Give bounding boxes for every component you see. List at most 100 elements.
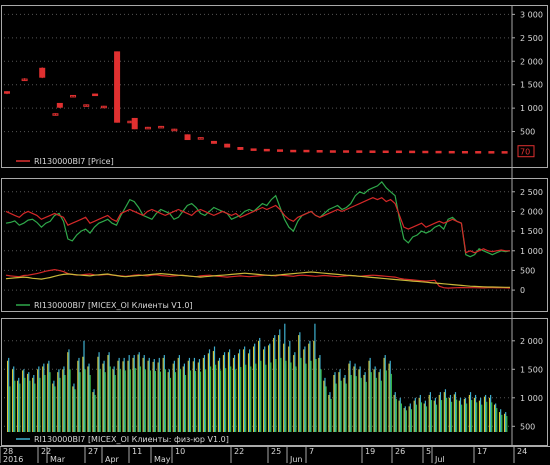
- bar: [454, 392, 457, 432]
- bar: [183, 363, 185, 432]
- bar: [490, 394, 492, 432]
- bar: [258, 340, 260, 432]
- bar: [58, 369, 60, 432]
- bar: [378, 372, 380, 432]
- bar: [260, 360, 262, 432]
- bar: [123, 357, 125, 432]
- x-tick-label: 24: [517, 447, 527, 456]
- bar: [255, 363, 257, 432]
- bar: [168, 369, 170, 432]
- bar: [235, 369, 237, 432]
- bar: [423, 403, 425, 432]
- bar: [259, 337, 261, 432]
- bar: [468, 394, 471, 432]
- bar: [339, 369, 341, 432]
- bar: [29, 380, 31, 432]
- bar: [204, 369, 207, 432]
- bar: [338, 372, 340, 432]
- bar: [192, 361, 194, 432]
- bar: [167, 372, 169, 432]
- bar: [355, 376, 357, 432]
- bar: [147, 360, 149, 432]
- bar: [225, 368, 227, 432]
- bar: [215, 364, 217, 432]
- bar: [495, 403, 497, 432]
- bar: [118, 357, 120, 432]
- bar: [64, 375, 66, 432]
- x-tick-label: Mar: [50, 455, 66, 464]
- bar: [249, 349, 251, 432]
- bar: [280, 357, 282, 432]
- bar: [309, 340, 311, 432]
- bar: [154, 371, 156, 432]
- bar: [103, 360, 105, 432]
- bar: [409, 403, 411, 432]
- bar: [471, 400, 473, 432]
- bar: [335, 383, 337, 432]
- bar: [305, 363, 307, 432]
- bar: [473, 397, 476, 432]
- bar: [405, 410, 407, 432]
- bar: [486, 401, 488, 432]
- bar: [434, 397, 436, 432]
- bar: [234, 355, 236, 432]
- candle-body: [369, 150, 376, 153]
- bar: [294, 352, 296, 432]
- bar: [459, 397, 462, 432]
- bar: [408, 406, 410, 432]
- bar: [506, 416, 508, 432]
- bar: [273, 337, 275, 432]
- bar: [393, 394, 395, 432]
- y-tick-label: 1 500: [520, 227, 543, 236]
- bar: [429, 392, 431, 432]
- bar: [399, 397, 401, 432]
- bar: [27, 373, 29, 432]
- bar: [359, 366, 361, 432]
- bar: [360, 377, 362, 432]
- bar: [374, 366, 376, 432]
- candle-body: [356, 150, 363, 153]
- bar: [68, 349, 70, 432]
- bar: [403, 408, 405, 432]
- bar: [363, 375, 365, 432]
- bar: [57, 372, 59, 432]
- y-tick-label: 3 000: [520, 10, 543, 19]
- candle-body: [250, 148, 257, 151]
- candle-body: [277, 149, 284, 152]
- bar: [419, 394, 421, 432]
- bar: [242, 349, 245, 432]
- bar: [128, 355, 130, 432]
- bar: [293, 355, 295, 432]
- bar: [32, 377, 34, 432]
- bar: [74, 389, 76, 432]
- bar: [424, 400, 426, 432]
- bar: [479, 397, 482, 432]
- bar: [404, 406, 406, 432]
- bar: [184, 375, 187, 432]
- bar: [254, 343, 256, 432]
- bar: [149, 370, 151, 432]
- bar: [108, 352, 110, 432]
- bar: [375, 377, 377, 432]
- bar: [13, 366, 15, 432]
- bar: [158, 357, 160, 432]
- bar: [212, 351, 215, 432]
- bar: [38, 366, 40, 432]
- bar: [298, 335, 300, 432]
- bar: [496, 408, 498, 432]
- y-tick-label: 0: [520, 286, 525, 295]
- bar: [227, 352, 230, 432]
- bar: [380, 380, 382, 432]
- bar: [18, 377, 20, 432]
- bar: [304, 346, 306, 432]
- bar: [174, 372, 177, 432]
- bar: [178, 355, 180, 432]
- bar: [43, 363, 45, 432]
- bar: [163, 355, 165, 432]
- x-tick-label: 10: [175, 447, 185, 456]
- bar: [37, 369, 39, 432]
- bar: [67, 352, 69, 432]
- bar: [285, 360, 287, 432]
- bar: [8, 357, 10, 432]
- bar: [33, 375, 35, 432]
